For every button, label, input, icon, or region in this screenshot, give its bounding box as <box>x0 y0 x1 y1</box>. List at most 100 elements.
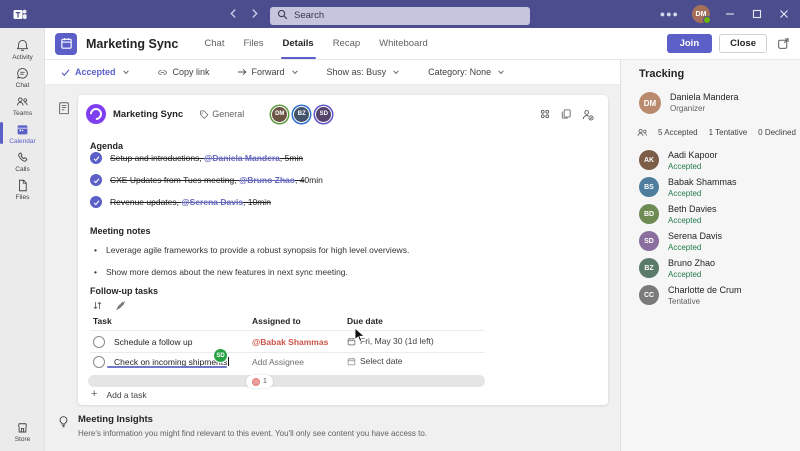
channel-link[interactable]: General <box>198 109 244 120</box>
arrow-right-icon <box>236 66 248 78</box>
tentative-count: 1 Tentative <box>708 128 748 137</box>
attendee-row[interactable]: AK Aadi Kapoor Accepted <box>639 150 790 177</box>
attendee-name: Charlotte de Crum <box>668 285 742 295</box>
chevron-down-icon <box>291 68 299 76</box>
maximize-button[interactable] <box>750 7 764 21</box>
attendee-status: Accepted <box>668 270 702 279</box>
event-calendar-icon <box>55 32 77 55</box>
close-window-button[interactable] <box>777 7 791 21</box>
checkmark-icon <box>60 67 71 78</box>
completed-check-icon[interactable] <box>90 196 102 208</box>
column-header-due[interactable]: Due date <box>347 316 383 326</box>
agenda-text: Revenue updates, <box>110 197 182 207</box>
more-options-icon[interactable]: ●●● <box>660 9 679 19</box>
store-icon <box>15 420 30 435</box>
apps-grid-icon[interactable] <box>539 108 551 121</box>
collaborator-avatar[interactable]: BZ <box>294 106 310 122</box>
tab-recap[interactable]: Recap <box>333 38 360 49</box>
sidebar-label: Activity <box>12 53 33 61</box>
collaborator-avatar[interactable]: SD <box>316 106 332 122</box>
category-selector[interactable]: Category: None <box>428 67 505 77</box>
search-input[interactable] <box>270 6 530 25</box>
tab-files[interactable]: Files <box>243 38 263 49</box>
sidebar-item-activity[interactable]: Activity <box>0 35 45 63</box>
tag-icon <box>198 109 209 120</box>
completed-check-icon[interactable] <box>90 152 102 164</box>
attendee-status: Accepted <box>668 162 702 171</box>
file-icon <box>15 178 30 193</box>
collaborator-avatar[interactable]: DM <box>272 106 288 122</box>
avatar: SD <box>639 231 659 251</box>
attendee-row[interactable]: BZ Bruno Zhao Accepted <box>639 258 790 285</box>
sidebar-item-store[interactable]: Store <box>0 417 45 445</box>
agenda-mention[interactable]: @Serena Davis <box>181 197 243 207</box>
lightbulb-icon <box>57 415 70 428</box>
calendar-small-icon <box>347 357 356 366</box>
attendee-name: Babak Shammas <box>668 177 737 187</box>
agenda-mention[interactable]: @Bruno Zhao <box>239 175 295 185</box>
task-title[interactable]: Schedule a follow up <box>114 337 192 347</box>
sidebar-item-calendar[interactable]: Calendar <box>0 119 45 147</box>
column-header-task[interactable]: Task <box>93 316 112 326</box>
user-avatar[interactable]: DM <box>692 5 711 24</box>
tab-chat[interactable]: Chat <box>204 38 224 49</box>
task-checkbox[interactable] <box>93 336 105 348</box>
active-collaborators: DM BZ SD <box>272 106 332 122</box>
avatar: BD <box>639 204 659 224</box>
minimize-button[interactable] <box>723 7 737 21</box>
page-title: Marketing Sync <box>86 36 179 51</box>
task-assignee[interactable]: @Babak Shammas <box>252 337 328 347</box>
attendee-row[interactable]: CC Charlotte de Crum Tentative <box>639 285 790 312</box>
chevron-down-icon <box>122 68 130 76</box>
bullet-dot: • <box>94 267 97 277</box>
copy-component-icon[interactable] <box>560 108 572 121</box>
rsvp-summary: 5 Accepted 1 Tentative 0 Declined <box>636 126 800 139</box>
sidebar-item-teams[interactable]: Teams <box>0 91 45 119</box>
sort-icon[interactable] <box>92 300 103 311</box>
sidebar-label: Chat <box>15 81 30 89</box>
nav-forward-icon[interactable] <box>249 8 260 19</box>
reaction-badge[interactable]: 1 <box>246 375 273 388</box>
avatar: CC <box>639 285 659 305</box>
select-date-button[interactable]: Select date <box>347 356 403 366</box>
join-button[interactable]: Join <box>666 34 713 53</box>
sidebar-item-calls[interactable]: Calls <box>0 147 45 175</box>
add-assignee-button[interactable]: Add Assignee <box>252 357 304 367</box>
sidebar-item-files[interactable]: Files <box>0 175 45 203</box>
agenda-mention[interactable]: @Daniela Mandera <box>204 153 280 163</box>
rsvp-accepted-button[interactable]: Accepted <box>60 67 130 78</box>
attendee-row[interactable]: BS Babak Shammas Accepted <box>639 177 790 204</box>
popout-icon[interactable] <box>777 37 790 50</box>
loop-component-card: Marketing Sync General DM BZ SD Agenda S… <box>78 95 608 405</box>
task-checkbox[interactable] <box>93 356 105 368</box>
sidebar-item-chat[interactable]: Chat <box>0 63 45 91</box>
copy-link-button[interactable]: Copy link <box>156 66 210 79</box>
close-button[interactable]: Close <box>719 34 767 53</box>
tab-whiteboard[interactable]: Whiteboard <box>379 38 428 49</box>
people-icon <box>15 94 30 109</box>
agenda-heading: Agenda <box>90 141 124 151</box>
tracking-panel: Tracking DM Daniela Mandera Organizer 5 … <box>620 60 800 451</box>
horizontal-scrollbar[interactable] <box>88 375 485 387</box>
people-icon <box>636 126 649 139</box>
nav-back-icon[interactable] <box>228 8 239 19</box>
note-text: Leverage agile frameworks to provide a r… <box>105 245 410 255</box>
tab-details[interactable]: Details <box>280 38 316 59</box>
organizer-row[interactable]: DM Daniela Mandera Organizer <box>639 92 739 114</box>
column-header-assigned[interactable]: Assigned to <box>252 316 301 326</box>
agenda-text: CXE Updates from Tues meeting, <box>110 175 239 185</box>
meeting-tabs: Chat Files Details Recap Whiteboard <box>204 38 428 59</box>
attendee-status: Accepted <box>668 243 702 252</box>
attendee-row[interactable]: SD Serena Davis Accepted <box>639 231 790 258</box>
notes-margin-icon[interactable] <box>57 101 71 115</box>
forward-button[interactable]: Forward <box>236 66 299 78</box>
avatar: BS <box>639 177 659 197</box>
attendee-row[interactable]: BD Beth Davies Accepted <box>639 204 790 231</box>
strikethrough-slash-icon[interactable] <box>115 300 126 311</box>
show-as-selector[interactable]: Show as: Busy <box>327 67 401 77</box>
person-check-icon[interactable] <box>581 108 594 121</box>
agenda-item: Setup and introductions, @Daniela Mander… <box>90 152 303 164</box>
attendee-status: Tentative <box>668 297 701 306</box>
add-task-button[interactable]: + Add a task <box>91 389 147 400</box>
completed-check-icon[interactable] <box>90 174 102 186</box>
